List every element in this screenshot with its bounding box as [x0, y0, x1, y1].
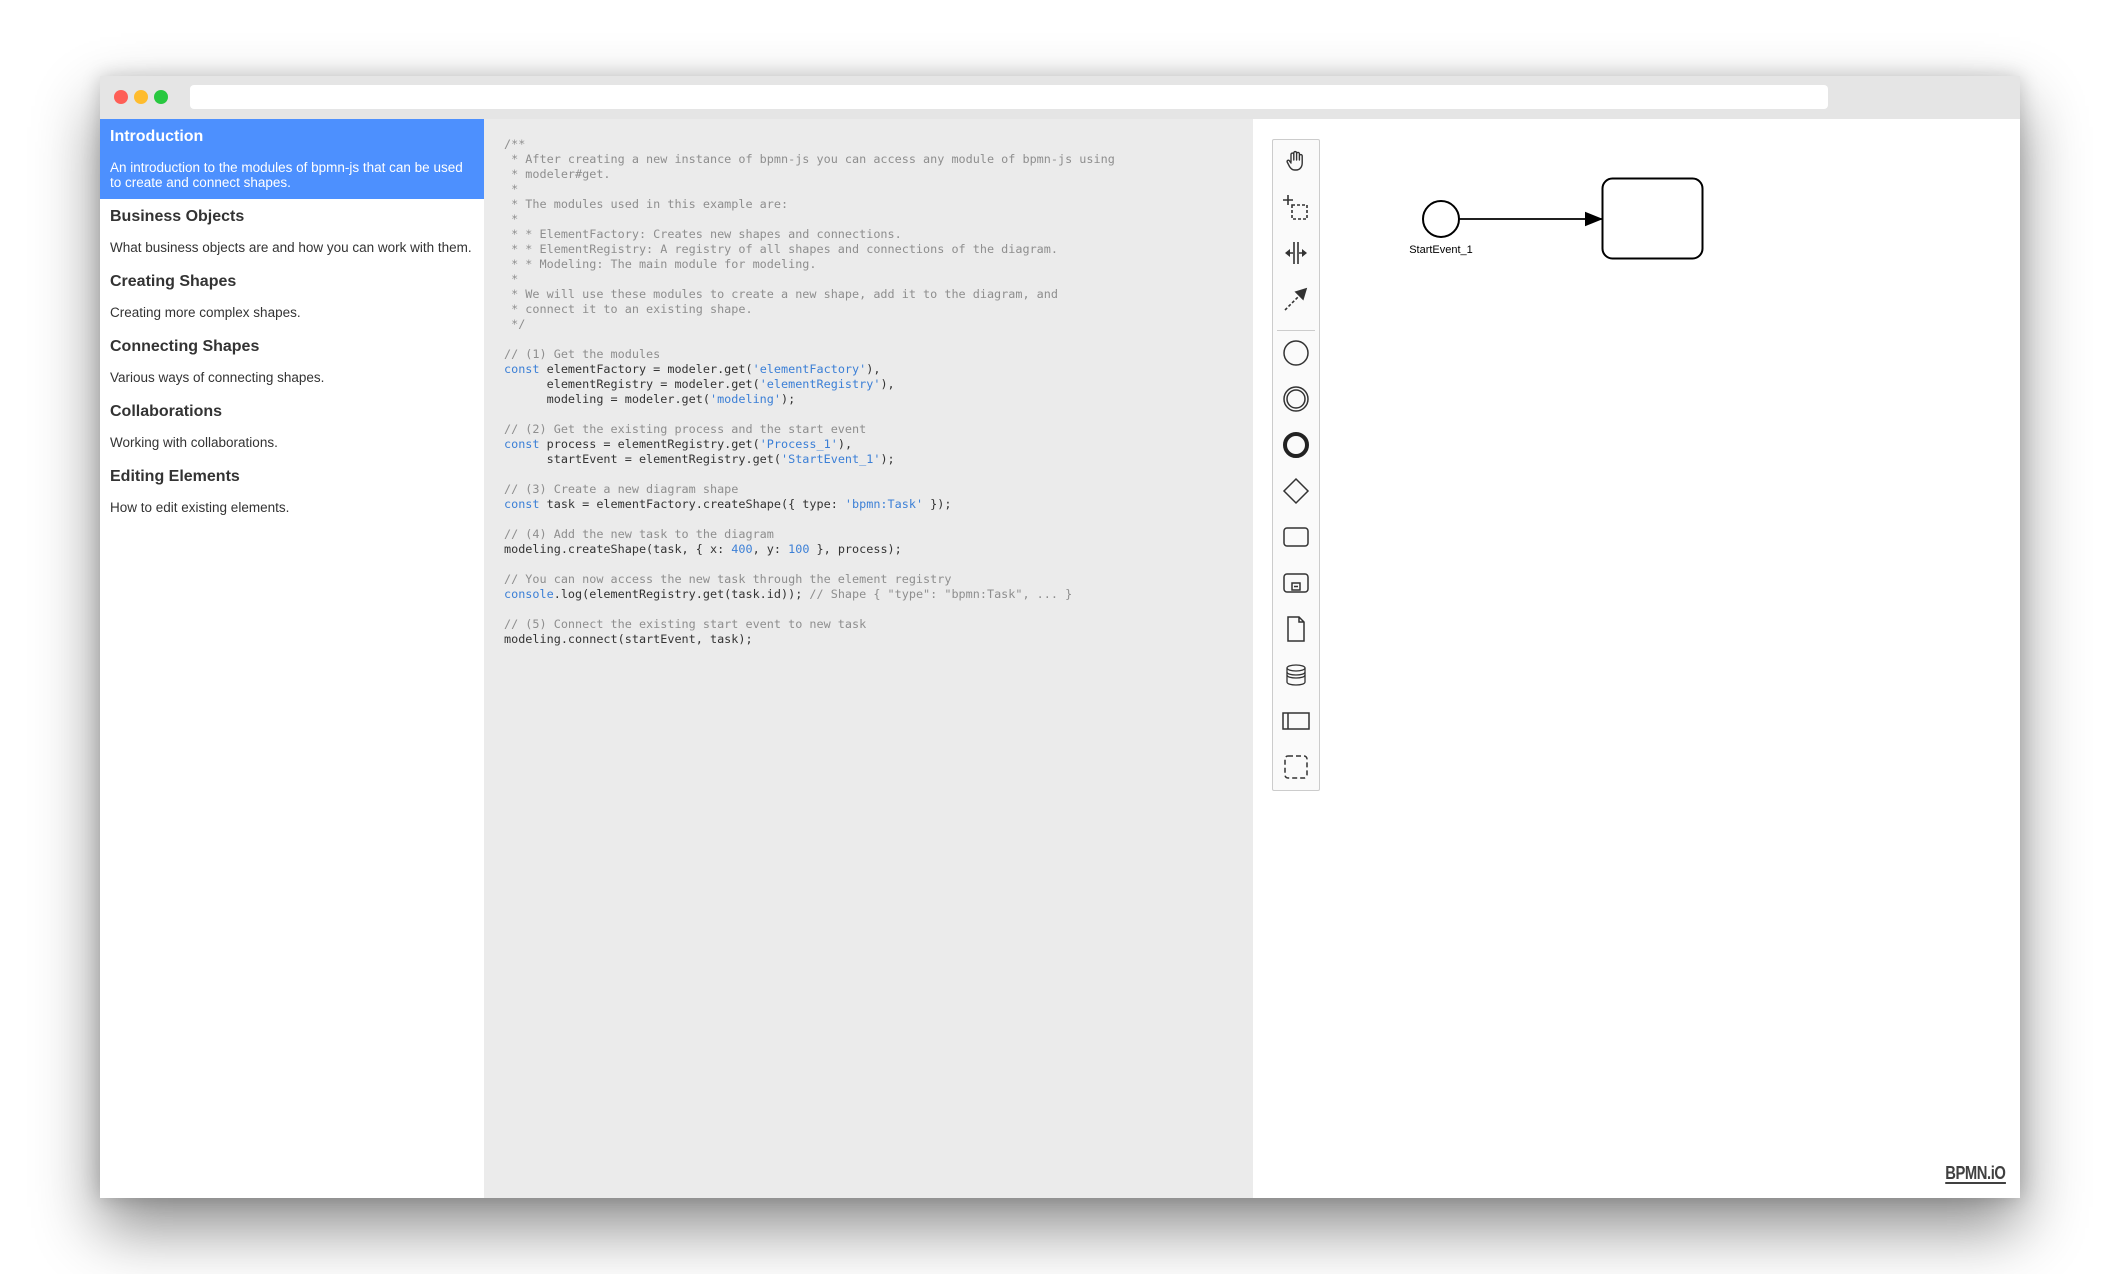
code-comment: *	[504, 182, 519, 196]
code-comment: * * ElementFactory: Creates new shapes a…	[504, 227, 902, 241]
code-comment: * After creating a new instance of bpmn-…	[504, 152, 1115, 166]
browser-window: Introduction An introduction to the modu…	[100, 76, 2020, 1198]
code-comment: * * ElementRegistry: A registry of all s…	[504, 242, 1058, 256]
code-comment: // (3) Create a new diagram shape	[504, 482, 739, 496]
data-object-icon[interactable]	[1281, 614, 1311, 644]
address-bar[interactable]	[190, 85, 1828, 109]
participant-icon[interactable]	[1281, 706, 1311, 736]
code-text: elementFactory = modeler.get(	[539, 362, 753, 376]
code-string: 'Process_1'	[759, 437, 838, 451]
code-comment: *	[504, 272, 519, 286]
code-comment: // (5) Connect the existing start event …	[504, 617, 867, 631]
code-number: 400	[731, 542, 753, 556]
nav-item-description: Creating more complex shapes.	[110, 305, 301, 320]
code-keyword: const	[504, 362, 540, 376]
code-string: 'elementFactory'	[752, 362, 867, 376]
nav-item-description: Working with collaborations.	[110, 435, 278, 450]
nav-item-title: Creating Shapes	[110, 273, 237, 290]
code-comment: * connect it to an existing shape.	[504, 302, 753, 316]
code-comment: // Shape { "type": "bpmn:Task", ... }	[809, 587, 1073, 601]
data-store-icon[interactable]	[1281, 660, 1311, 690]
nav-item-title: Collaborations	[110, 403, 223, 420]
nav-item-title: Introduction	[110, 128, 204, 145]
code-comment: * The modules used in this example are:	[504, 197, 789, 211]
bpmn-io-logo[interactable]: BPMN.iO	[1945, 1164, 2006, 1184]
code-text: , y:	[752, 542, 789, 556]
subprocess-icon[interactable]	[1281, 568, 1311, 598]
code-string: 'StartEvent_1'	[781, 452, 881, 466]
start-event-shape[interactable]	[1422, 200, 1460, 238]
nav-item-connecting-shapes[interactable]: Connecting Shapes Various ways of connec…	[100, 329, 484, 394]
code-comment: * We will use these modules to create a …	[504, 287, 1058, 301]
code-keyword: console	[504, 587, 554, 601]
minimize-window-button[interactable]	[134, 90, 148, 104]
code-text: );	[880, 452, 895, 466]
code-keyword: const	[504, 497, 540, 511]
code-text: }, process);	[809, 542, 902, 556]
code-text: process = elementRegistry.get(	[539, 437, 760, 451]
task-shape[interactable]	[1601, 177, 1704, 260]
code-string: 'bpmn:Task'	[844, 497, 924, 511]
nav-item-description: Various ways of connecting shapes.	[110, 370, 325, 385]
code-text: modeling.connect(startEvent, task);	[504, 632, 753, 646]
nav-item-description: An introduction to the modules of bpmn-j…	[110, 160, 463, 190]
nav-item-title: Business Objects	[110, 208, 245, 225]
code-text: elementRegistry = modeler.get(	[504, 377, 760, 391]
code-block: /** * After creating a new instance of b…	[504, 137, 1115, 647]
code-comment: // (1) Get the modules	[504, 347, 661, 361]
nav-item-description: How to edit existing elements.	[110, 500, 290, 515]
code-text: ),	[866, 362, 881, 376]
code-text: });	[923, 497, 952, 511]
code-text: modeling = modeler.get(	[504, 392, 710, 406]
bpmn-diagram: StartEvent_1	[1409, 177, 1704, 260]
code-string: 'modeling'	[709, 392, 781, 406]
nav-item-title: Editing Elements	[110, 468, 240, 485]
nav-item-introduction[interactable]: Introduction An introduction to the modu…	[100, 119, 484, 199]
code-text: .log(elementRegistry.get(task.id));	[553, 587, 810, 601]
code-number: 100	[788, 542, 810, 556]
code-text: ),	[880, 377, 895, 391]
group-icon[interactable]	[1281, 752, 1311, 782]
nav-item-title: Connecting Shapes	[110, 338, 260, 355]
code-comment: */	[504, 317, 526, 331]
code-comment: /**	[504, 137, 526, 151]
close-window-button[interactable]	[114, 90, 128, 104]
modeler-canvas[interactable]: StartEvent_1 BPMN.iO	[1253, 119, 2020, 1198]
nav-item-creating-shapes[interactable]: Creating Shapes Creating more complex sh…	[100, 264, 484, 329]
code-text: startEvent = elementRegistry.get(	[504, 452, 781, 466]
code-comment: // You can now access the new task throu…	[504, 572, 952, 586]
nav-item-description: What business objects are and how you ca…	[110, 240, 472, 255]
code-comment: * * Modeling: The main module for modeli…	[504, 257, 817, 271]
code-text: task = elementFactory.createShape({ type…	[539, 497, 845, 511]
code-comment: *	[504, 212, 519, 226]
start-event-label: StartEvent_1	[1409, 244, 1473, 256]
code-string: 'elementRegistry'	[759, 377, 881, 391]
code-keyword: const	[504, 437, 540, 451]
title-bar	[100, 76, 2020, 119]
code-panel: /** * After creating a new instance of b…	[484, 119, 1253, 1198]
code-text: ),	[837, 437, 853, 451]
code-comment: // (2) Get the existing process and the …	[504, 422, 867, 436]
sidebar-nav: Introduction An introduction to the modu…	[100, 119, 484, 1198]
nav-item-editing-elements[interactable]: Editing Elements How to edit existing el…	[100, 459, 484, 524]
code-text: modeling.createShape(task, { x:	[504, 542, 732, 556]
code-text: );	[781, 392, 796, 406]
code-comment: // (4) Add the new task to the diagram	[504, 527, 774, 541]
nav-item-collaborations[interactable]: Collaborations Working with collaboratio…	[100, 394, 484, 459]
nav-item-business-objects[interactable]: Business Objects What business objects a…	[100, 199, 484, 264]
task-icon[interactable]	[1281, 522, 1311, 552]
code-comment: * modeler#get.	[504, 167, 611, 181]
maximize-window-button[interactable]	[154, 90, 168, 104]
